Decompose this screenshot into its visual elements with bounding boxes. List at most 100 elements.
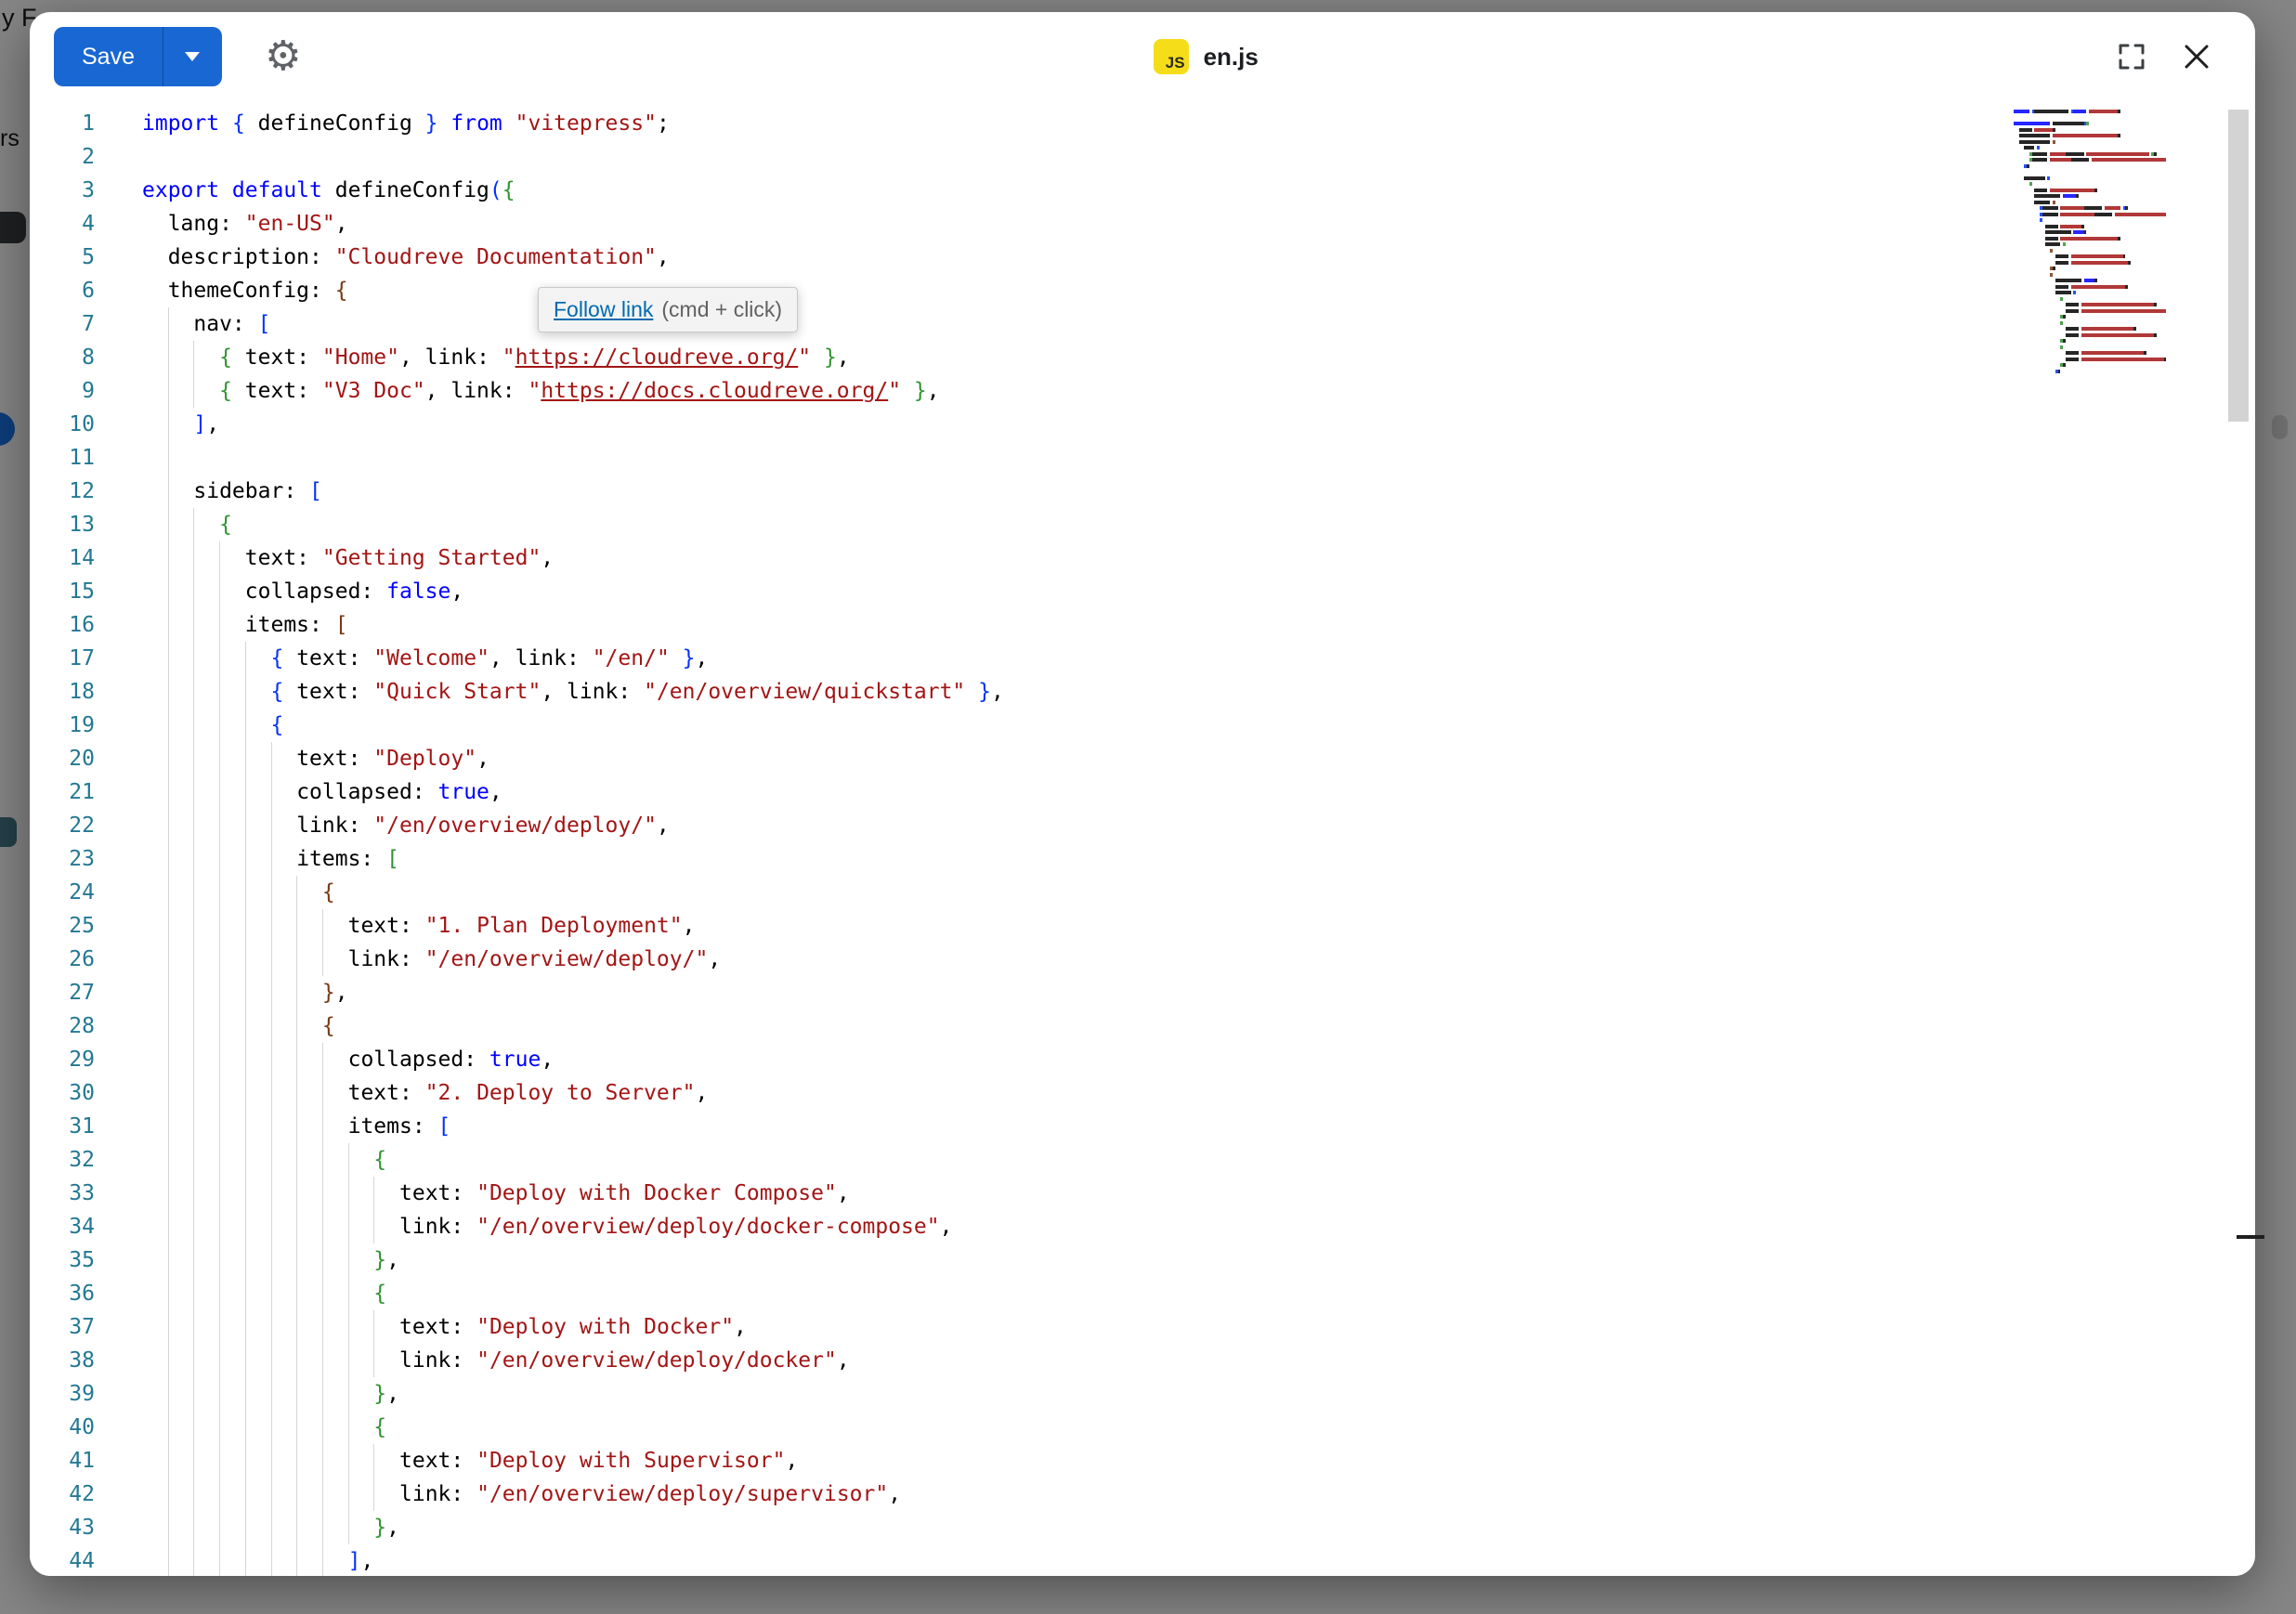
line-number[interactable]: 37 [30,1310,95,1344]
code-line[interactable]: 36{ [30,1277,2255,1310]
code-line[interactable]: 14text: "Getting Started", [30,541,2255,575]
code-line[interactable]: 33text: "Deploy with Docker Compose", [30,1177,2255,1210]
code-line[interactable]: 21collapsed: true, [30,775,2255,809]
code-line[interactable]: 6themeConfig: { [30,274,2255,307]
code-line[interactable]: 28{ [30,1009,2255,1043]
code-line[interactable]: 1import { defineConfig } from "vitepress… [30,107,2255,140]
line-number[interactable]: 40 [30,1411,95,1444]
line-number[interactable]: 33 [30,1177,95,1210]
code-line[interactable]: 37text: "Deploy with Docker", [30,1310,2255,1344]
line-number[interactable]: 19 [30,709,95,742]
code-line[interactable]: 12sidebar: [ [30,475,2255,508]
code-line[interactable]: 20text: "Deploy", [30,742,2255,775]
close-button[interactable] [2175,35,2218,78]
line-number[interactable]: 38 [30,1344,95,1377]
code-line[interactable]: 15collapsed: false, [30,575,2255,608]
code-line[interactable]: 40{ [30,1411,2255,1444]
url-link[interactable]: https://cloudreve.org/ [515,345,799,370]
code-line[interactable]: 16items: [ [30,608,2255,642]
code-line[interactable]: 19{ [30,709,2255,742]
code-line[interactable]: 30text: "2. Deploy to Server", [30,1076,2255,1110]
code-line[interactable]: 7nav: [ [30,307,2255,341]
line-number[interactable]: 14 [30,541,95,575]
url-link[interactable]: https://docs.cloudreve.org/ [541,379,888,403]
save-button[interactable]: Save [54,27,163,86]
line-number[interactable]: 29 [30,1043,95,1076]
code-line[interactable]: 38link: "/en/overview/deploy/docker", [30,1344,2255,1377]
code-line[interactable]: 31items: [ [30,1110,2255,1143]
line-number[interactable]: 5 [30,241,95,274]
code-line[interactable]: 24{ [30,876,2255,909]
line-number[interactable]: 18 [30,675,95,709]
line-number[interactable]: 27 [30,976,95,1009]
line-number[interactable]: 31 [30,1110,95,1143]
code-line[interactable]: 35}, [30,1243,2255,1277]
code-editor[interactable]: 1import { defineConfig } from "vitepress… [30,101,2255,1576]
code-line[interactable]: 26link: "/en/overview/deploy/", [30,943,2255,976]
line-number[interactable]: 39 [30,1377,95,1411]
line-number[interactable]: 4 [30,207,95,241]
vertical-scrollbar-thumb[interactable] [2228,110,2249,422]
line-number[interactable]: 6 [30,274,95,307]
line-number[interactable]: 24 [30,876,95,909]
code-line[interactable]: 25text: "1. Plan Deployment", [30,909,2255,943]
code-line[interactable]: 17{ text: "Welcome", link: "/en/" }, [30,642,2255,675]
settings-gear-icon[interactable]: ⚙ [265,36,301,77]
code-line[interactable]: 27}, [30,976,2255,1009]
code-line[interactable]: 9{ text: "V3 Doc", link: "https://docs.c… [30,374,2255,408]
code-line[interactable]: 2 [30,140,2255,174]
line-number[interactable]: 12 [30,475,95,508]
code-line[interactable]: 4lang: "en-US", [30,207,2255,241]
line-number[interactable]: 2 [30,140,95,174]
save-dropdown-button[interactable] [163,27,222,86]
line-number[interactable]: 25 [30,909,95,943]
code-line[interactable]: 13{ [30,508,2255,541]
code-line[interactable]: 42link: "/en/overview/deploy/supervisor"… [30,1477,2255,1511]
line-number[interactable]: 9 [30,374,95,408]
line-number[interactable]: 30 [30,1076,95,1110]
follow-link-action[interactable]: Follow link [554,297,653,322]
line-number[interactable]: 28 [30,1009,95,1043]
code-line[interactable]: 43}, [30,1511,2255,1544]
line-number[interactable]: 32 [30,1143,95,1177]
line-number[interactable]: 41 [30,1444,95,1477]
line-number[interactable]: 1 [30,107,95,140]
line-number[interactable]: 3 [30,174,95,207]
code-line[interactable]: 29collapsed: true, [30,1043,2255,1076]
line-number[interactable]: 22 [30,809,95,842]
code-line[interactable]: 32{ [30,1143,2255,1177]
line-number[interactable]: 26 [30,943,95,976]
line-number[interactable]: 34 [30,1210,95,1243]
line-number[interactable]: 36 [30,1277,95,1310]
line-number[interactable]: 16 [30,608,95,642]
code-line[interactable]: 5description: "Cloudreve Documentation", [30,241,2255,274]
minimap[interactable] [2014,109,2166,374]
code-line[interactable]: 11 [30,441,2255,475]
code-line[interactable]: 18{ text: "Quick Start", link: "/en/over… [30,675,2255,709]
code-line[interactable]: 41text: "Deploy with Supervisor", [30,1444,2255,1477]
line-number[interactable]: 21 [30,775,95,809]
code-line[interactable]: 23items: [ [30,842,2255,876]
line-number[interactable]: 20 [30,742,95,775]
code-line[interactable]: 8{ text: "Home", link: "https://cloudrev… [30,341,2255,374]
code-line[interactable]: 44], [30,1544,2255,1576]
line-number[interactable]: 8 [30,341,95,374]
line-number[interactable]: 17 [30,642,95,675]
code-line[interactable]: 3export default defineConfig({ [30,174,2255,207]
line-number[interactable]: 23 [30,842,95,876]
line-number[interactable]: 10 [30,408,95,441]
line-number[interactable]: 7 [30,307,95,341]
code-line[interactable]: 39}, [30,1377,2255,1411]
fullscreen-button[interactable] [2110,35,2153,78]
line-number[interactable]: 35 [30,1243,95,1277]
code-line[interactable]: 10], [30,408,2255,441]
line-number[interactable]: 43 [30,1511,95,1544]
line-number[interactable]: 13 [30,508,95,541]
line-number[interactable]: 44 [30,1544,95,1576]
line-number[interactable]: 42 [30,1477,95,1511]
code-line[interactable]: 22link: "/en/overview/deploy/", [30,809,2255,842]
code-line[interactable]: 34link: "/en/overview/deploy/docker-comp… [30,1210,2255,1243]
line-number[interactable]: 15 [30,575,95,608]
code-token: , [386,1248,399,1272]
line-number[interactable]: 11 [30,441,95,475]
